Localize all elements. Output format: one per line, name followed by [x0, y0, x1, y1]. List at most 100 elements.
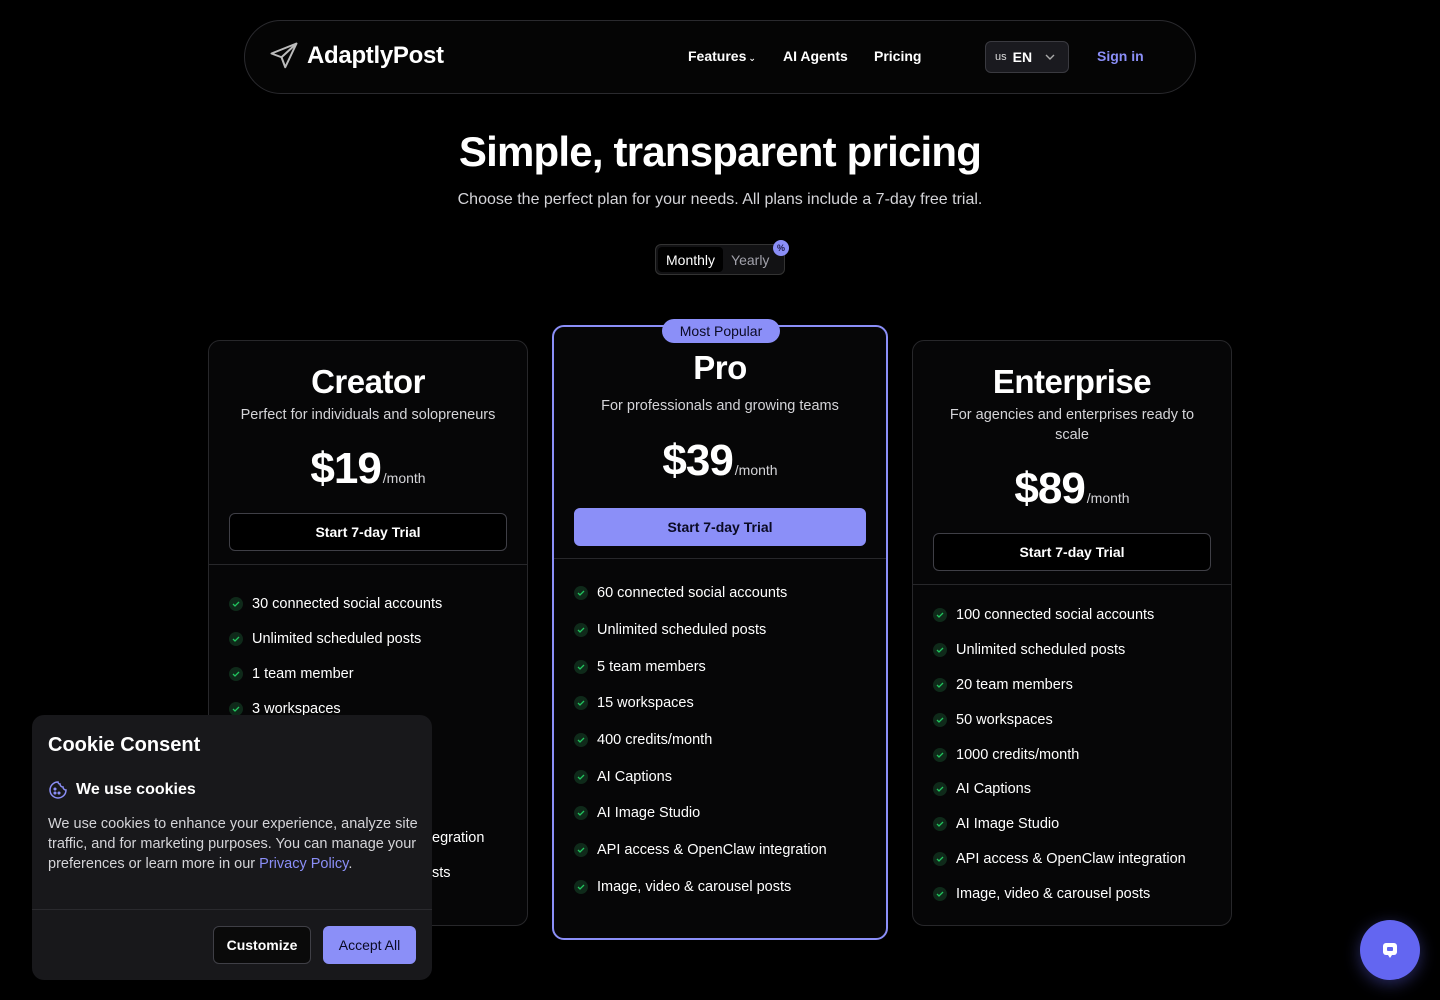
toggle-monthly[interactable]: Monthly	[658, 247, 724, 272]
check-icon	[229, 701, 243, 716]
chat-bubble-icon	[1383, 943, 1397, 958]
most-popular-badge: Most Popular	[662, 319, 780, 343]
feature-item: AI Captions	[574, 758, 876, 795]
check-icon	[933, 747, 947, 762]
feature-item: Image, video & carousel posts	[933, 876, 1221, 911]
check-icon	[229, 631, 243, 646]
accept-all-button[interactable]: Accept All	[323, 926, 416, 964]
divider	[554, 558, 886, 559]
brand-logo[interactable]: AdaptlyPost	[269, 41, 444, 71]
check-icon	[574, 659, 588, 674]
feature-item: 400 credits/month	[574, 722, 876, 759]
page-subtitle: Choose the perfect plan for your needs. …	[457, 191, 983, 208]
start-trial-button[interactable]: Start 7-day Trial	[229, 513, 507, 551]
plan-card-pro: Most Popular Pro For professionals and g…	[552, 319, 888, 940]
paper-plane-icon	[270, 42, 298, 69]
start-trial-button[interactable]: Start 7-day Trial	[574, 508, 866, 546]
nav-features[interactable]: Features ⌄	[688, 48, 756, 64]
check-icon	[933, 643, 947, 658]
check-icon	[574, 769, 588, 784]
check-icon	[574, 586, 588, 601]
check-icon	[933, 712, 947, 727]
feature-list: 100 connected social accounts Unlimited …	[933, 598, 1221, 911]
nav-ai-agents[interactable]: AI Agents	[783, 48, 848, 64]
sign-in-link[interactable]: Sign in	[1097, 48, 1144, 64]
divider	[209, 564, 527, 565]
top-navbar: AdaptlyPost Features ⌄ AI Agents Pricing …	[244, 20, 1196, 94]
check-icon	[574, 806, 588, 821]
page-title: Simple, transparent pricing	[458, 128, 982, 175]
check-icon	[229, 596, 243, 611]
check-icon	[574, 733, 588, 748]
feature-item: 15 workspaces	[574, 685, 876, 722]
feature-item-partial: egration	[432, 830, 485, 846]
feature-item: API access & OpenClaw integration	[933, 842, 1221, 877]
plan-description: For professionals and growing teams	[601, 398, 839, 414]
check-icon	[229, 666, 243, 681]
feature-item: Unlimited scheduled posts	[574, 612, 876, 649]
brand-name: AdaptlyPost	[307, 42, 444, 69]
check-icon	[574, 696, 588, 711]
nav-pricing[interactable]: Pricing	[874, 48, 921, 64]
plan-name: Pro	[693, 349, 747, 386]
language-selector[interactable]: us EN	[985, 41, 1069, 73]
cookie-icon	[49, 781, 67, 799]
chat-button[interactable]	[1360, 920, 1420, 980]
check-icon	[574, 623, 588, 638]
feature-item: 100 connected social accounts	[933, 598, 1221, 633]
start-trial-button[interactable]: Start 7-day Trial	[933, 533, 1211, 571]
discount-badge: %	[773, 240, 789, 256]
divider	[913, 584, 1231, 585]
feature-item: AI Captions	[933, 772, 1221, 807]
feature-item: Unlimited scheduled posts	[229, 621, 517, 656]
check-icon	[933, 886, 947, 901]
check-icon	[933, 817, 947, 832]
price-amount: $19	[310, 444, 381, 493]
cookie-consent-dialog: Cookie Consent We use cookies We use coo…	[32, 715, 432, 980]
check-icon	[933, 608, 947, 623]
feature-item: Image, video & carousel posts	[574, 869, 876, 906]
feature-list: 60 connected social accounts Unlimited s…	[574, 575, 876, 905]
plan-price: $39/month	[554, 436, 886, 486]
chevron-down-icon: ⌄	[748, 53, 756, 63]
toggle-yearly[interactable]: Yearly	[723, 247, 777, 272]
plan-name: Creator	[311, 363, 425, 400]
feature-item-partial: sts	[432, 865, 451, 881]
check-icon	[933, 851, 947, 866]
price-period: /month	[734, 462, 778, 478]
plan-price: $19/month	[209, 444, 527, 494]
flag-icon: us	[995, 51, 1007, 63]
feature-item: 30 connected social accounts	[229, 586, 517, 621]
feature-item: AI Image Studio	[574, 795, 876, 832]
cookie-subtitle-row: We use cookies	[48, 780, 196, 800]
plan-card-enterprise: Enterprise For agencies and enterprises …	[912, 340, 1232, 926]
language-code: EN	[1012, 49, 1033, 65]
plan-name: Enterprise	[992, 363, 1152, 400]
plan-price: $89/month	[913, 464, 1231, 514]
feature-item: 60 connected social accounts	[574, 575, 876, 612]
chevron-down-icon	[1045, 54, 1055, 60]
feature-item: 5 team members	[574, 648, 876, 685]
price-amount: $39	[662, 436, 733, 485]
check-icon	[933, 677, 947, 692]
feature-item: 50 workspaces	[933, 702, 1221, 737]
feature-item: 20 team members	[933, 668, 1221, 703]
divider	[32, 909, 432, 910]
cookie-title: Cookie Consent	[48, 734, 201, 756]
cookie-body: We use cookies to enhance your experienc…	[48, 816, 418, 872]
check-icon	[574, 879, 588, 894]
plan-description: For agencies and enterprises ready to sc…	[949, 407, 1195, 443]
privacy-policy-link[interactable]: Privacy Policy	[259, 856, 348, 872]
billing-toggle: Monthly Yearly	[655, 244, 785, 275]
feature-item: API access & OpenClaw integration	[574, 832, 876, 869]
customize-button[interactable]: Customize	[213, 926, 311, 964]
price-period: /month	[382, 470, 426, 486]
feature-item: 1 team member	[229, 656, 517, 691]
check-icon	[933, 782, 947, 797]
feature-list: 30 connected social accounts Unlimited s…	[229, 586, 517, 726]
price-period: /month	[1086, 490, 1130, 506]
feature-item: AI Image Studio	[933, 807, 1221, 842]
price-amount: $89	[1014, 464, 1085, 513]
plan-description: Perfect for individuals and solopreneurs	[240, 407, 496, 423]
feature-item: 1000 credits/month	[933, 737, 1221, 772]
